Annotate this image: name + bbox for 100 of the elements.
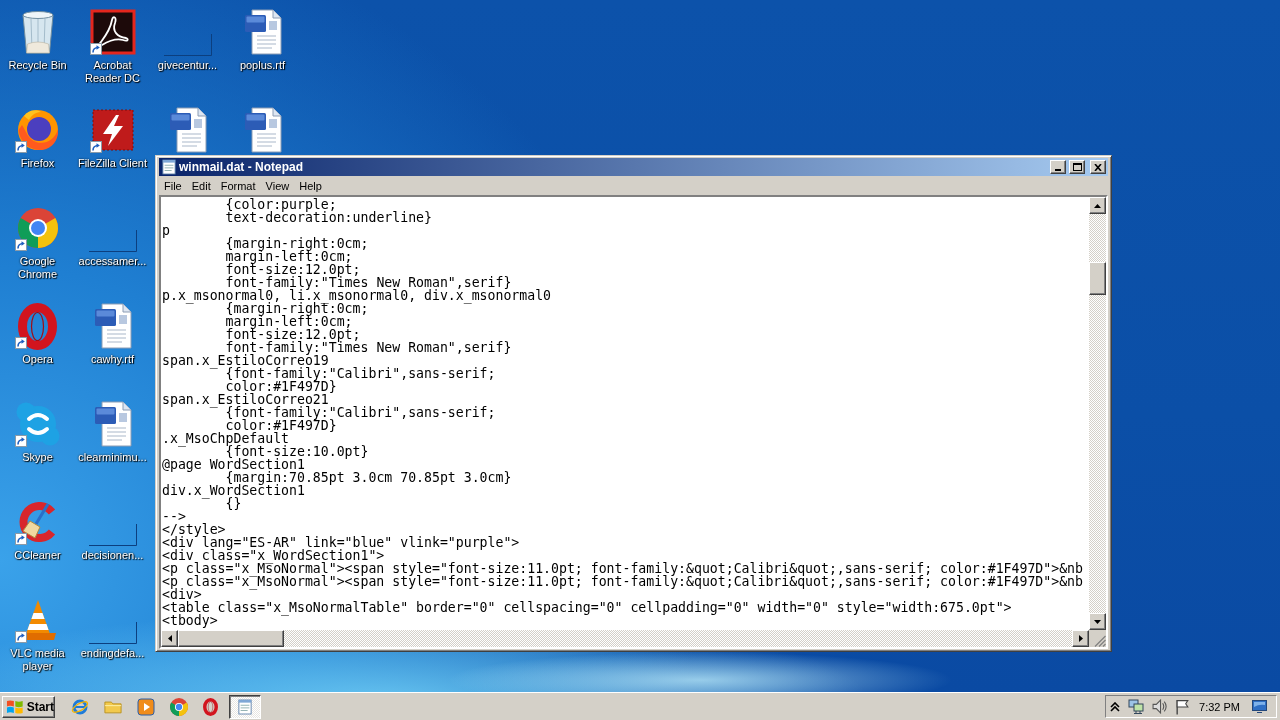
skype-icon[interactable] <box>15 402 60 446</box>
icon-label[interactable]: endingdefa... <box>80 647 145 660</box>
text-line: text-decoration:underline} <box>224 211 432 224</box>
right-arrow-icon <box>1078 635 1083 642</box>
document-icon[interactable] <box>93 303 132 349</box>
icon-label[interactable]: VLC media player <box>0 647 75 673</box>
filezilla-icon[interactable] <box>91 109 134 151</box>
text-line: font-size:12.0pt; <box>224 328 361 341</box>
icon-label[interactable]: Firefox <box>20 157 55 170</box>
clock[interactable]: 7:32 PM <box>1199 700 1240 713</box>
opera-icon[interactable] <box>203 697 218 716</box>
text-line: <p class="x_MsoNormal"><span style="font-size:11.0pt; font-family:&quot;Calibri&quot;,sans-serif; color:#1F497D">&nb <box>162 575 1083 588</box>
text-line: color:#1F497D} <box>225 419 337 432</box>
scrollbar-thumb[interactable] <box>1089 262 1106 295</box>
left-arrow-icon <box>167 635 172 642</box>
notepad-icon <box>162 159 176 175</box>
icon-label[interactable]: Recycle Bin <box>8 59 67 72</box>
scroll-right-button[interactable] <box>1072 630 1089 647</box>
text-line: {font-size:10.0pt} <box>225 445 369 458</box>
text-line: {} <box>225 497 242 510</box>
resize-grip-icon[interactable] <box>1094 635 1106 647</box>
text-line: margin-left:0cm; <box>224 315 353 328</box>
text-line: div.x_WordSection1 <box>162 484 305 497</box>
text-line: --> <box>162 510 186 523</box>
icon-label[interactable]: Google Chrome <box>0 255 75 281</box>
text-line: <div> <box>162 588 202 601</box>
text-line: p <box>162 224 170 237</box>
icon-label[interactable]: FileZilla Client <box>77 157 148 170</box>
icon-label[interactable]: CCleaner <box>14 549 61 562</box>
window-title: winmail.dat - Notepad <box>179 160 304 174</box>
text-line: font-family:"Times New Roman",serif} <box>225 341 512 354</box>
text-line: <div lang="ES-AR" link="blue" vlink="purple"> <box>162 536 520 549</box>
scroll-down-button[interactable] <box>1089 613 1106 630</box>
icon-label[interactable]: clearminimu... <box>78 451 147 464</box>
icon-label[interactable]: Acrobat Reader DC <box>75 59 150 85</box>
acrobat-icon[interactable] <box>89 9 136 55</box>
blank-file-icon[interactable] <box>88 622 137 644</box>
show-desktop-icon[interactable] <box>1252 700 1267 713</box>
start-button[interactable]: Start <box>2 695 55 718</box>
maximize-button[interactable] <box>1069 160 1085 174</box>
text-line: font-family:"Times New Roman",serif} <box>225 276 512 289</box>
menu-item[interactable]: Format <box>215 178 261 193</box>
firefox-icon[interactable] <box>16 109 59 151</box>
icon-label[interactable]: cawhy.rtf <box>90 353 135 366</box>
windows-logo-icon <box>6 698 24 715</box>
text-line: span.x_EstiloCorreo21 <box>162 393 329 406</box>
menu-item[interactable]: Help <box>294 178 327 193</box>
icon-label[interactable]: decisionen... <box>81 549 144 562</box>
down-arrow-icon <box>1094 619 1101 624</box>
text-line: <div class="x_WordSection1"> <box>162 549 385 562</box>
icon-label[interactable]: Skype <box>22 451 53 464</box>
notepad-icon <box>238 698 252 715</box>
text-line: .x_MsoChpDefault <box>162 432 290 445</box>
text-line: span.x_EstiloCorreo19 <box>162 354 329 367</box>
scroll-up-button[interactable] <box>1089 197 1106 214</box>
text-line: @page WordSection1 <box>162 458 305 471</box>
document-icon[interactable] <box>243 9 282 55</box>
text-line: </style> <box>162 523 226 536</box>
text-line: font-size:12.0pt; <box>224 263 361 276</box>
text-line: margin-left:0cm; <box>224 250 353 263</box>
media-player-icon[interactable] <box>137 697 155 716</box>
flag-icon[interactable] <box>1176 698 1189 715</box>
network-icon[interactable] <box>1128 699 1144 714</box>
text-line: {margin-right:0cm; <box>224 237 369 250</box>
trash-bin-icon[interactable] <box>21 10 54 54</box>
text-line: {font-family:"Calibri",sans-serif; <box>225 367 496 380</box>
text-line: {font-family:"Calibri",sans-serif; <box>225 406 496 419</box>
icon-label[interactable]: givecentur... <box>157 59 218 72</box>
maximize-icon <box>1072 163 1082 171</box>
text-line: {margin:70.85pt 3.0cm 70.85pt 3.0cm} <box>225 471 512 484</box>
menu-item[interactable]: File <box>159 178 187 193</box>
blank-file-icon[interactable] <box>88 524 137 546</box>
chevron-up-icon[interactable] <box>1110 701 1120 712</box>
scroll-left-button[interactable] <box>161 630 178 647</box>
up-arrow-icon <box>1094 203 1101 208</box>
icon-label[interactable]: accessamer... <box>78 255 147 268</box>
document-icon[interactable] <box>93 401 132 447</box>
text-line: p.x_msonormal0, li.x_msonormal0, div.x_msonormal0 <box>162 289 552 302</box>
document-icon[interactable] <box>243 107 282 153</box>
scrollbar-thumb[interactable] <box>178 630 284 647</box>
text-line: <tbody> <box>162 614 218 627</box>
menu-item[interactable]: Edit <box>186 178 216 193</box>
icon-label[interactable]: poplus.rtf <box>239 59 286 72</box>
close-button[interactable] <box>1090 160 1106 174</box>
icon-label[interactable]: Opera <box>22 353 53 366</box>
speaker-icon[interactable] <box>1152 699 1168 714</box>
document-icon[interactable] <box>168 107 207 153</box>
text-line: color:#1F497D} <box>225 380 337 393</box>
ccleaner-icon[interactable] <box>17 502 58 542</box>
chrome-icon[interactable] <box>17 208 58 248</box>
opera-icon[interactable] <box>18 302 57 350</box>
internet-explorer-icon[interactable] <box>71 697 89 716</box>
text-line: {margin-right:0cm; <box>225 302 369 315</box>
chrome-icon[interactable] <box>170 697 188 716</box>
text-line: {color:purple; <box>224 198 337 211</box>
text-line: <table class="x_MsoNormalTable" border="0" cellspacing="0" cellpadding="0" width="0" style="width:675.0pt"> <box>162 601 1012 614</box>
text-line: <p class="x_MsoNormal"><span style="font-size:11.0pt; font-family:&quot;Calibri&quot;,sans-serif; color:#1F497D">&nb <box>162 562 1083 575</box>
taskbar-button[interactable] <box>229 694 261 719</box>
menu-item[interactable]: View <box>260 178 295 193</box>
minimize-button[interactable] <box>1050 160 1066 174</box>
